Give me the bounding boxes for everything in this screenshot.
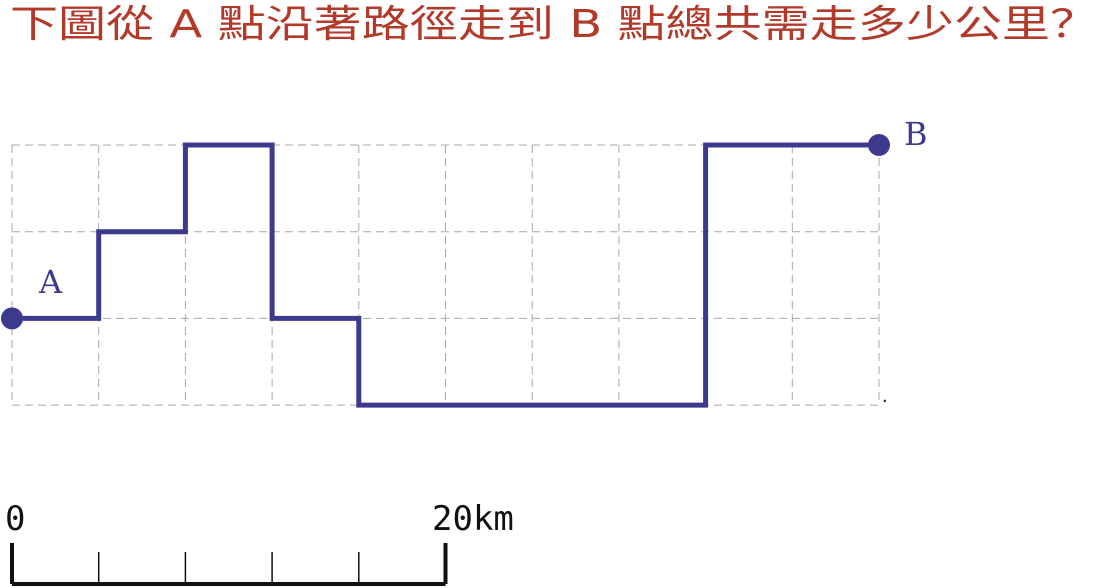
point-b-label: B <box>904 115 928 153</box>
scale-start-label: 0 <box>5 499 25 539</box>
dashed-grid <box>11 144 880 406</box>
point-a-label: A <box>38 263 63 301</box>
scale-end-label: 20km <box>432 499 514 539</box>
point-b-dot <box>868 134 890 156</box>
scale-bar <box>10 543 448 586</box>
grid-corner-dot: . <box>882 386 888 407</box>
diagram-canvas: 下圖從 A 點沿著路徑走到 B 點總共需走多少公里？ A B . 0 20km <box>1 2 1098 586</box>
question-text: 下圖從 A 點沿著路徑走到 B 點總共需走多少公里？ <box>10 2 1098 46</box>
point-a-dot <box>1 307 23 330</box>
